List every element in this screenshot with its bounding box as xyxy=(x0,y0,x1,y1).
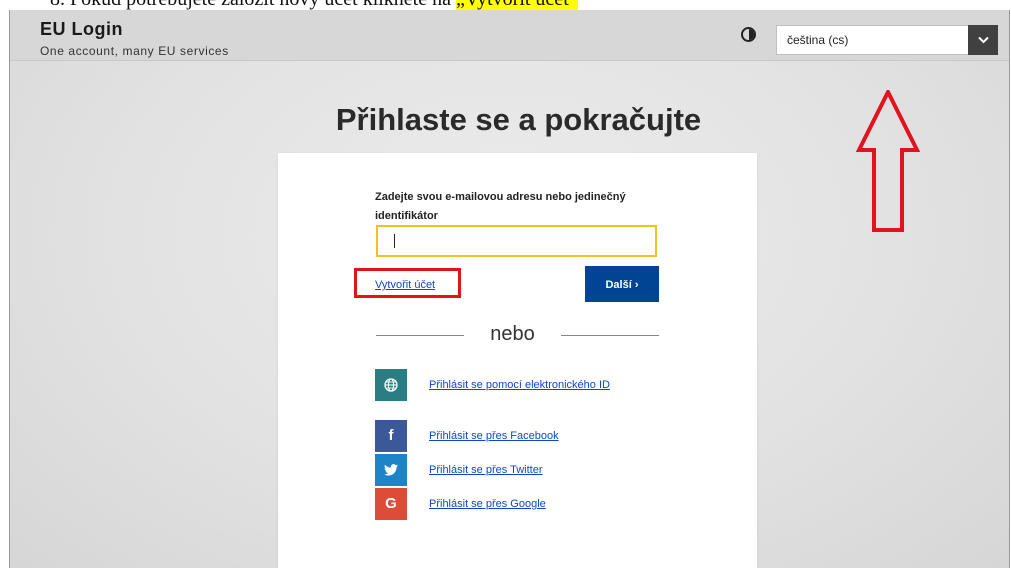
language-select[interactable]: čeština (cs) xyxy=(776,25,998,55)
caption-highlight: „Vytvořit účet“ xyxy=(456,0,578,10)
facebook-icon: f xyxy=(375,420,407,452)
identifier-input[interactable] xyxy=(376,225,657,257)
caption-text: 8. Pokud potřebujete založit nový účet k… xyxy=(50,0,456,10)
annotation-arrow xyxy=(855,90,921,232)
document-caption: 8. Pokud potřebujete založit nový účet k… xyxy=(0,0,1011,10)
header-bar: EU Login One account, many EU services č… xyxy=(10,10,1009,61)
divider-left xyxy=(376,335,464,336)
globe-icon xyxy=(375,369,407,401)
twitter-login-link[interactable]: Přihlásit se přes Twitter xyxy=(429,464,543,476)
facebook-login-link[interactable]: Přihlásit se přes Facebook xyxy=(429,430,559,442)
next-button[interactable]: Další › xyxy=(585,266,659,302)
app-subtitle: One account, many EU services xyxy=(40,44,229,58)
or-separator: nebo xyxy=(490,323,535,345)
text-caret xyxy=(394,234,395,248)
eid-login-link[interactable]: Přihlásit se pomocí elektronického ID xyxy=(429,379,610,391)
contrast-icon[interactable] xyxy=(741,27,756,42)
language-value: čeština (cs) xyxy=(787,33,849,47)
google-icon: G xyxy=(375,488,407,520)
screenshot-frame: EU Login One account, many EU services č… xyxy=(9,10,1010,568)
login-card: Zadejte svou e-mailovou adresu nebo jedi… xyxy=(278,153,757,568)
annotation-highlight-box xyxy=(354,268,461,298)
identifier-label: Zadejte svou e-mailovou adresu nebo jedi… xyxy=(375,191,626,222)
chevron-down-icon[interactable] xyxy=(968,25,998,55)
divider-right xyxy=(561,335,659,336)
google-login-link[interactable]: Přihlásit se přes Google xyxy=(429,498,546,510)
app-title: EU Login xyxy=(40,19,123,39)
twitter-icon xyxy=(375,454,407,486)
